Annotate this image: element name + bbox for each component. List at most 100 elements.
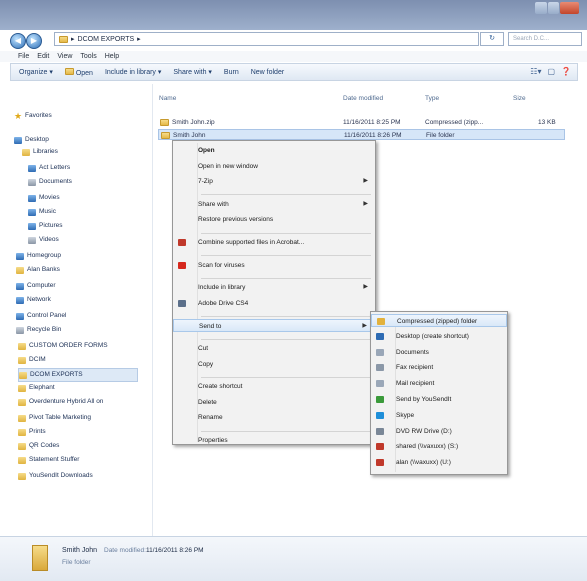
nav-item-label: CUSTOM ORDER FORMS [29, 342, 108, 349]
burn-button[interactable]: Burn [224, 69, 239, 76]
menu-item[interactable]: Documents [371, 346, 507, 359]
refresh-button[interactable]: ↻ [480, 32, 504, 46]
nav-item[interactable]: Homegroup [16, 250, 61, 262]
share-with-button[interactable]: Share with ▾ [173, 68, 212, 76]
nav-item[interactable]: DCOM EXPORTS [18, 368, 138, 382]
menu-item[interactable]: Copy [173, 358, 375, 371]
nav-item[interactable]: Videos [28, 234, 59, 246]
menu-separator [201, 194, 371, 196]
file-row-selected[interactable]: Smith John 11/16/2011 8:26 PM File folde… [158, 129, 565, 140]
folder-icon [18, 398, 26, 406]
nav-item[interactable]: CUSTOM ORDER FORMS [18, 340, 108, 352]
menu-item[interactable]: Skype [371, 409, 507, 422]
nav-item[interactable]: QR Codes [18, 440, 59, 452]
nav-item[interactable]: Pivot Table Marketing [18, 412, 91, 424]
menu-item[interactable]: alan (\\vaxuxx) (U:) [371, 456, 507, 469]
nav-item[interactable]: Pictures [28, 220, 62, 232]
forward-button[interactable]: ▶ [26, 33, 42, 49]
nav-item[interactable]: Alan Banks [16, 264, 60, 276]
folder-icon [16, 266, 24, 274]
close-button[interactable] [560, 2, 580, 14]
nav-item[interactable]: YouSendIt Downloads [18, 470, 93, 482]
back-button[interactable]: ◀ [10, 33, 26, 49]
nav-item[interactable]: Libraries [22, 146, 58, 158]
nav-item[interactable]: Elephant [18, 382, 55, 394]
file-row[interactable]: Smith John.zip 11/16/2011 8:25 PM Compre… [158, 117, 565, 128]
menu-item[interactable]: Restore previous versions [173, 213, 375, 226]
menu-item-label: Scan for viruses [198, 261, 245, 269]
nav-item[interactable]: Music [28, 206, 56, 218]
menu-item[interactable]: Send by YouSendIt [371, 393, 507, 406]
maximize-button[interactable] [547, 2, 560, 14]
menu-help[interactable]: Help [105, 51, 119, 62]
column-header-type[interactable]: Type [425, 95, 439, 102]
menu-item-icon [178, 239, 186, 246]
details-date: 11/16/2011 8:26 PM [146, 547, 204, 554]
breadcrumb-separator: ▸ [71, 36, 75, 43]
folder-icon [18, 428, 26, 436]
nav-item[interactable]: Overdenture Hybrid All on [18, 396, 103, 408]
menu-item-label: Open [198, 147, 215, 154]
menu-item[interactable]: Open in new window [173, 160, 375, 173]
menu-item[interactable]: Properties [173, 434, 375, 447]
nav-item[interactable]: DCIM [18, 354, 46, 366]
organize-button[interactable]: Organize ▾ [19, 68, 53, 76]
address-bar[interactable]: ▸ DCOM EXPORTS ▸ [54, 32, 479, 46]
menu-item[interactable]: Desktop (create shortcut) [371, 330, 507, 343]
minimize-button[interactable] [535, 2, 547, 14]
menu-item-label: Send by YouSendIt [396, 396, 452, 403]
menu-item[interactable]: Include in library ▶ [173, 281, 375, 294]
breadcrumb[interactable]: DCOM EXPORTS [78, 36, 135, 43]
menu-item[interactable]: Combine supported files in Acrobat... [173, 236, 375, 249]
menu-item[interactable]: DVD RW Drive (D:) [371, 425, 507, 438]
nav-item[interactable]: Prints [18, 426, 46, 438]
nav-item[interactable]: Documents [28, 176, 72, 188]
nav-item[interactable]: Desktop [14, 134, 49, 146]
menu-item[interactable]: Adobe Drive CS4 [173, 297, 375, 310]
menu-item[interactable]: Send to ▶ [173, 319, 375, 333]
menu-view[interactable]: View [57, 51, 72, 62]
menu-item[interactable]: Cut [173, 342, 375, 355]
star-icon: ★ [14, 111, 23, 121]
nav-item[interactable]: Recycle Bin [16, 324, 61, 336]
submenu-arrow-icon: ▶ [363, 178, 368, 185]
nav-item[interactable]: Control Panel [16, 310, 66, 322]
menu-edit[interactable]: Edit [37, 51, 49, 62]
menu-item[interactable]: Open [173, 144, 375, 157]
menu-item[interactable]: Mail recipient [371, 377, 507, 390]
menu-item[interactable]: Create shortcut [173, 380, 375, 393]
menu-item[interactable]: Fax recipient [371, 361, 507, 374]
menu-item-icon [376, 396, 384, 403]
column-header-date[interactable]: Date modified [343, 95, 383, 102]
folder-icon [28, 208, 36, 216]
nav-item[interactable]: ★ Favorites [14, 110, 52, 122]
search-input[interactable]: Search D.C... [508, 32, 582, 46]
menu-item[interactable]: shared (\\vaxuxx) (S:) [371, 440, 507, 453]
nav-item[interactable]: Network [16, 294, 51, 306]
menu-item-icon [376, 348, 384, 356]
folder-icon [22, 148, 30, 156]
menu-item[interactable]: Rename [173, 411, 375, 424]
menu-item[interactable]: Compressed (zipped) folder [371, 314, 507, 327]
column-header-size[interactable]: Size [513, 95, 526, 102]
open-button[interactable]: Open [64, 67, 93, 77]
menu-item[interactable]: Share with ▶ [173, 198, 375, 211]
include-in-library-button[interactable]: Include in library ▾ [105, 68, 161, 76]
file-size: 13 KB [538, 119, 556, 126]
menu-item[interactable]: Scan for viruses [173, 259, 375, 272]
nav-item[interactable]: Act Letters [28, 162, 70, 174]
help-icon[interactable]: ❓ [561, 67, 571, 76]
menu-file[interactable]: File [18, 51, 29, 62]
menu-item[interactable]: 7-Zip ▶ [173, 175, 375, 188]
menu-tools[interactable]: Tools [80, 51, 96, 62]
column-header-name[interactable]: Name [159, 95, 176, 102]
navigation-bar: ◀ ▶ ▸ DCOM EXPORTS ▸ ↻ Search D.C... [10, 31, 582, 49]
nav-item[interactable]: Statement Stuffer [18, 454, 79, 466]
preview-pane-icon[interactable]: ▢ [547, 67, 555, 76]
nav-item-label: Libraries [33, 148, 58, 155]
views-icon[interactable]: ☷▾ [530, 67, 541, 76]
nav-item[interactable]: Movies [28, 192, 60, 204]
menu-item[interactable]: Delete [173, 396, 375, 409]
new-folder-button[interactable]: New folder [251, 69, 284, 76]
nav-item[interactable]: Computer [16, 280, 56, 292]
